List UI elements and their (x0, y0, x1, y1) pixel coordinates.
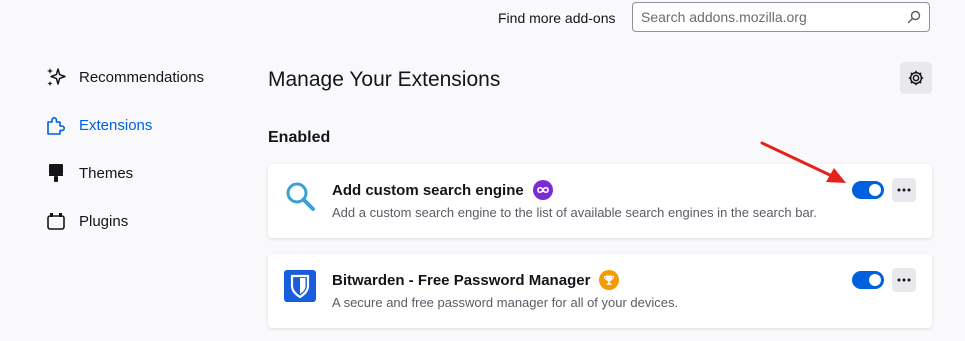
top-bar: Find more add-ons (0, 0, 965, 40)
toggle-knob (869, 274, 881, 286)
bitwarden-shield-icon (284, 270, 316, 302)
extension-description: Add a custom search engine to the list o… (332, 205, 817, 220)
section-heading-enabled: Enabled (268, 129, 331, 146)
extension-name-row: Add custom search engine (332, 180, 553, 200)
puzzle-icon (44, 113, 68, 137)
sidebar-item-extensions[interactable]: Extensions (44, 110, 152, 140)
extension-name: Add custom search engine (332, 181, 524, 199)
tools-menu-button[interactable] (900, 62, 932, 94)
extension-enable-toggle[interactable] (852, 181, 884, 199)
infinity-badge-icon[interactable] (532, 180, 553, 200)
extension-description: A secure and free password manager for a… (332, 295, 679, 310)
paintbrush-icon (44, 161, 68, 185)
ellipsis-icon (897, 188, 911, 192)
addons-search-box[interactable] (632, 2, 930, 32)
extension-name-row: Bitwarden - Free Password Manager (332, 270, 620, 290)
sidebar-item-plugins[interactable]: Plugins (44, 206, 128, 236)
sidebar-item-label: Themes (79, 164, 134, 182)
sidebar-item-label: Recommendations (79, 68, 205, 86)
extension-more-options-button[interactable] (892, 178, 916, 202)
sidebar-item-label: Plugins (79, 212, 129, 230)
toggle-knob (869, 184, 881, 196)
ellipsis-icon (897, 278, 911, 282)
sparkle-icon (44, 65, 68, 89)
sidebar-item-themes[interactable]: Themes (44, 158, 133, 188)
extension-card[interactable]: Bitwarden - Free Password Manager A secu… (268, 254, 932, 328)
addons-search-input[interactable] (641, 7, 891, 27)
magnifier-icon (286, 182, 315, 211)
find-more-addons-label: Find more add-ons (498, 10, 616, 26)
search-icon[interactable] (907, 10, 921, 24)
extension-name: Bitwarden - Free Password Manager (332, 271, 591, 289)
extension-card[interactable]: Add custom search engine Add a custom se… (268, 164, 932, 238)
sidebar-item-label: Extensions (79, 116, 153, 134)
plugin-icon (44, 209, 68, 233)
gear-icon (908, 70, 924, 86)
sidebar-item-recommendations[interactable]: Recommendations (44, 62, 204, 92)
extension-more-options-button[interactable] (892, 268, 916, 292)
page-title: Manage Your Extensions (268, 68, 501, 91)
extension-enable-toggle[interactable] (852, 271, 884, 289)
trophy-badge-icon[interactable] (599, 270, 620, 290)
